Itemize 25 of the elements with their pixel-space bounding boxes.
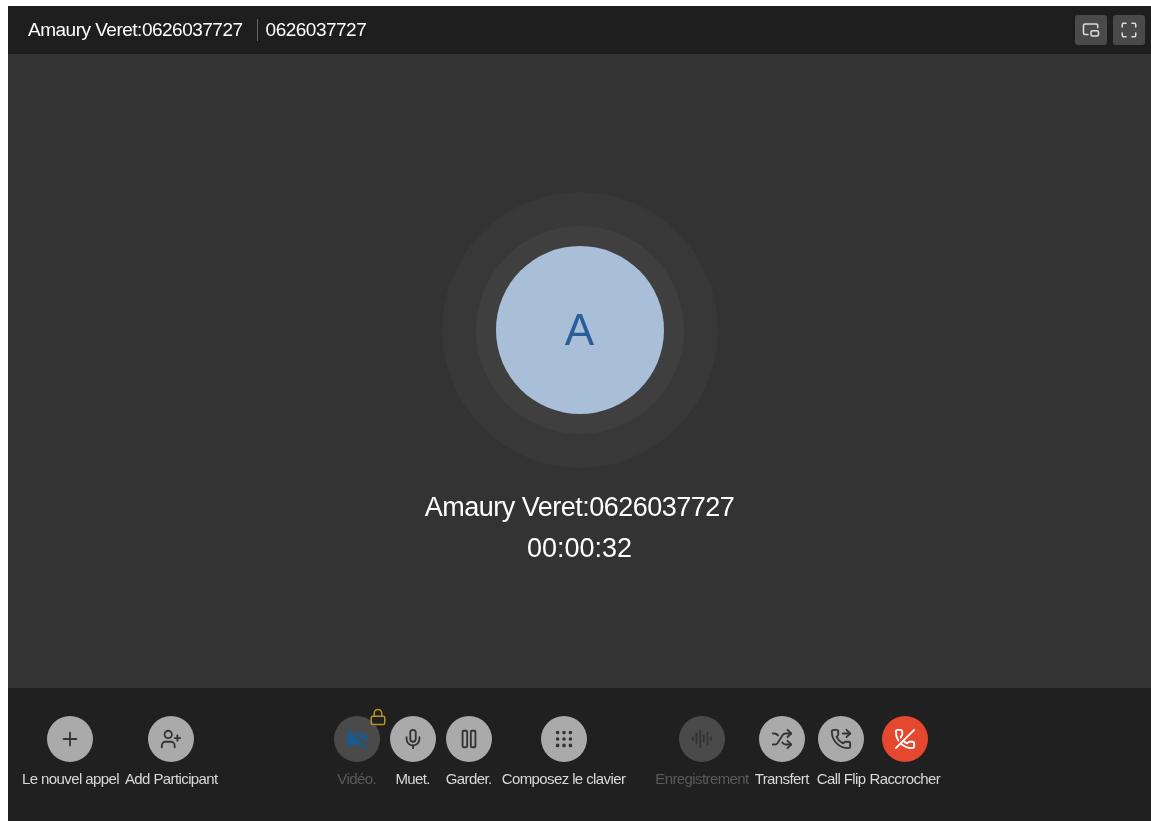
- hold-icon: [445, 716, 492, 762]
- keypad-icon: [540, 716, 587, 762]
- window-title: Amaury Veret:0626037727: [28, 19, 244, 41]
- call-control-button[interactable]: Composez le clavier: [501, 706, 626, 787]
- call-control-button[interactable]: Add Participant: [124, 706, 218, 787]
- call-control-button[interactable]: Garder.: [445, 706, 492, 787]
- picture-in-picture-button[interactable]: [1075, 15, 1107, 45]
- participant-icon: [148, 716, 195, 762]
- mute-icon: [389, 716, 436, 762]
- caller-name: Amaury Veret:0626037727: [424, 492, 735, 523]
- call-duration: 00:00:32: [526, 533, 633, 564]
- call-control-button[interactable]: Le nouvel appel: [22, 706, 119, 787]
- call-control-button[interactable]: Call Flip: [816, 706, 866, 787]
- avatar: A: [495, 246, 664, 414]
- call-control-button[interactable]: Muet.: [389, 706, 436, 787]
- call-control-button[interactable]: Raccrocher: [869, 706, 941, 787]
- call-control-button[interactable]: Transfert: [754, 706, 809, 787]
- fullscreen-button[interactable]: [1113, 15, 1145, 45]
- fullscreen-icon: [1120, 21, 1138, 39]
- add-icon: [47, 716, 94, 762]
- picture-in-picture-icon: [1082, 21, 1100, 39]
- video-icon: [333, 716, 380, 762]
- phone-number: 0626037727: [256, 19, 1069, 41]
- transfer-icon: [758, 716, 805, 762]
- hangup-icon: [881, 716, 928, 762]
